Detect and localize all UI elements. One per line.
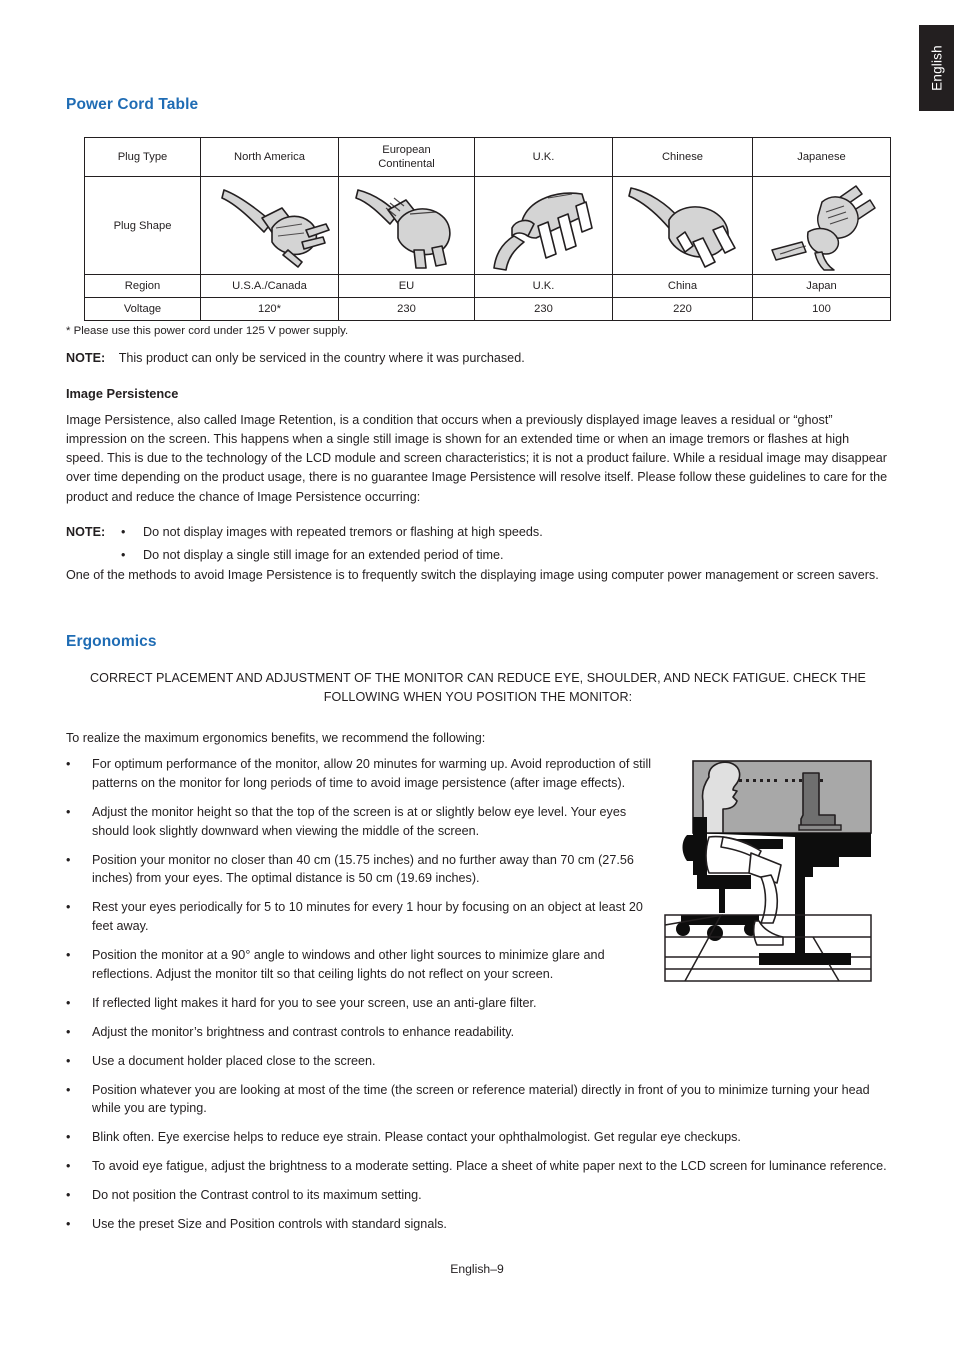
note-bullet-row-1: NOTE: • Do not display images with repea… <box>66 523 890 542</box>
region-value-uk: U.K. <box>474 274 613 298</box>
ergonomics-intro: To realize the maximum ergonomics benefi… <box>66 731 486 745</box>
list-item: • Position whatever you are looking at m… <box>66 1081 890 1119</box>
jp-plug-icon <box>752 176 891 275</box>
column-header-chinese: Chinese <box>612 137 753 177</box>
bullet-icon: • <box>66 852 71 867</box>
list-item-text: Position your monitor no closer than 40 … <box>92 852 634 886</box>
section-heading-power-cord-table: Power Cord Table <box>66 96 199 113</box>
list-item-text: Do not position the Contrast control to … <box>92 1188 422 1203</box>
column-header-uk: U.K. <box>474 137 613 177</box>
bullet-icon: • <box>66 757 71 771</box>
note2-bullet-text-1: Do not display images with repeated trem… <box>143 525 543 539</box>
table-row-region: Region U.S.A./Canada EU U.K. China Japan <box>84 274 891 298</box>
bullet-icon: • <box>66 1130 71 1145</box>
list-item: • If reflected light makes it hard for y… <box>66 994 890 1013</box>
bullet-icon: • <box>66 948 71 963</box>
list-item-text: If reflected light makes it hard for you… <box>92 995 537 1010</box>
note-service-country: NOTE: This product can only be serviced … <box>66 349 890 368</box>
list-item: • Use the preset Size and Position contr… <box>66 1215 890 1234</box>
region-value-north-america: U.S.A./Canada <box>200 274 339 298</box>
bullet-icon: • <box>66 1082 71 1097</box>
table-row-plug-shape: Plug Shape <box>84 176 891 275</box>
list-item: • Adjust the monitor height so that the … <box>66 803 890 841</box>
list-item-text: Use the preset Size and Position control… <box>92 1217 447 1232</box>
ergonomics-caption: CORRECT PLACEMENT AND ADJUSTMENT OF THE … <box>90 671 866 704</box>
note-label: NOTE: <box>66 351 106 365</box>
voltage-value-japanese: 100 <box>752 297 891 321</box>
list-item: • Position your monitor no closer than 4… <box>66 851 890 889</box>
bullet-icon: • <box>66 1159 71 1174</box>
list-item-text: Adjust the monitor’s brightness and cont… <box>92 1024 515 1039</box>
note2-label: NOTE: <box>66 525 106 539</box>
list-item: • Do not position the Contrast control t… <box>66 1186 890 1205</box>
page-footer: English–9 <box>450 1262 504 1276</box>
row-label-region: Region <box>84 274 201 298</box>
row-label-voltage: Voltage <box>84 297 201 321</box>
list-item-text: Position the monitor at a 90° angle to w… <box>92 948 605 982</box>
list-item: • Rest your eyes periodically for 5 to 1… <box>66 898 890 936</box>
bullet-icon: • <box>66 900 71 915</box>
list-item: • Position the monitor at a 90° angle to… <box>66 946 890 984</box>
note-bullet-row-2: • Do not display a single still image fo… <box>66 546 890 565</box>
document-page: English Power Cord Table Plug Type North… <box>0 0 954 1350</box>
list-item: • Adjust the monitor’s brightness and co… <box>66 1023 890 1042</box>
paragraph-image-persistence: Image Persistence, also called Image Ret… <box>66 413 888 504</box>
uk-plug-icon <box>474 176 613 275</box>
voltage-value-uk: 230 <box>474 297 613 321</box>
bullet-icon: • <box>66 1217 71 1232</box>
table-row-plug-type: Plug Type North America European Continen… <box>84 137 891 177</box>
table-row-voltage: Voltage 120* 230 230 220 100 <box>84 297 891 321</box>
note-persistence-bullets: NOTE: • Do not display images with repea… <box>66 523 890 565</box>
table-footnote: * Please use this power cord under 125 V… <box>66 325 349 337</box>
ergonomics-bullet-list: • For optimum performance of the monitor… <box>66 755 890 1244</box>
bullet-icon: • <box>66 1024 71 1039</box>
column-header-european-continental: European Continental <box>338 137 475 177</box>
bullet-icon: • <box>66 1188 71 1203</box>
column-header-north-america: North America <box>200 137 339 177</box>
bullet-icon: • <box>66 1053 71 1068</box>
voltage-value-north-america: 120* <box>200 297 339 321</box>
list-item: • Blink often. Eye exercise helps to red… <box>66 1128 890 1147</box>
note-text: This product can only be serviced in the… <box>118 351 525 365</box>
list-item-text: To avoid eye fatigue, adjust the brightn… <box>92 1159 887 1174</box>
column-header-japanese: Japanese <box>752 137 891 177</box>
row-label-plug-shape: Plug Shape <box>84 176 201 275</box>
bullet-icon: • <box>121 547 126 562</box>
language-tab-label: English <box>929 45 944 91</box>
note2-bullet-text-2: Do not display a single still image for … <box>143 547 504 562</box>
list-item: • To avoid eye fatigue, adjust the brigh… <box>66 1157 890 1176</box>
voltage-value-european: 230 <box>338 297 475 321</box>
language-tab-english: English <box>919 25 954 111</box>
list-item: • For optimum performance of the monitor… <box>66 755 890 793</box>
paragraph-avoid-methods: One of the methods to avoid Image Persis… <box>66 568 879 582</box>
na-plug-icon <box>200 176 339 275</box>
row-label-plug-type: Plug Type <box>84 137 201 177</box>
region-value-japanese: Japan <box>752 274 891 298</box>
bullet-icon: • <box>66 995 71 1010</box>
bullet-icon: • <box>121 525 126 539</box>
list-item-text: Rest your eyes periodically for 5 to 10 … <box>92 900 643 934</box>
region-value-european: EU <box>338 274 475 298</box>
list-item: • Use a document holder placed close to … <box>66 1052 890 1071</box>
subheading-image-persistence: Image Persistence <box>66 386 179 401</box>
list-item-text: For optimum performance of the monitor, … <box>92 757 652 790</box>
bullet-icon: • <box>66 804 71 819</box>
list-item-text: Position whatever you are looking at mos… <box>92 1082 870 1116</box>
section-heading-ergonomics: Ergonomics <box>66 633 157 650</box>
eu-plug-icon <box>338 176 475 275</box>
power-cord-table: Plug Type North America European Continen… <box>84 137 891 321</box>
list-item-text: Blink often. Eye exercise helps to reduc… <box>92 1130 741 1145</box>
list-item-text: Adjust the monitor height so that the to… <box>92 804 627 838</box>
list-item-text: Use a document holder placed close to th… <box>92 1053 376 1068</box>
cn-plug-icon <box>612 176 753 275</box>
region-value-chinese: China <box>612 274 753 298</box>
voltage-value-chinese: 220 <box>612 297 753 321</box>
